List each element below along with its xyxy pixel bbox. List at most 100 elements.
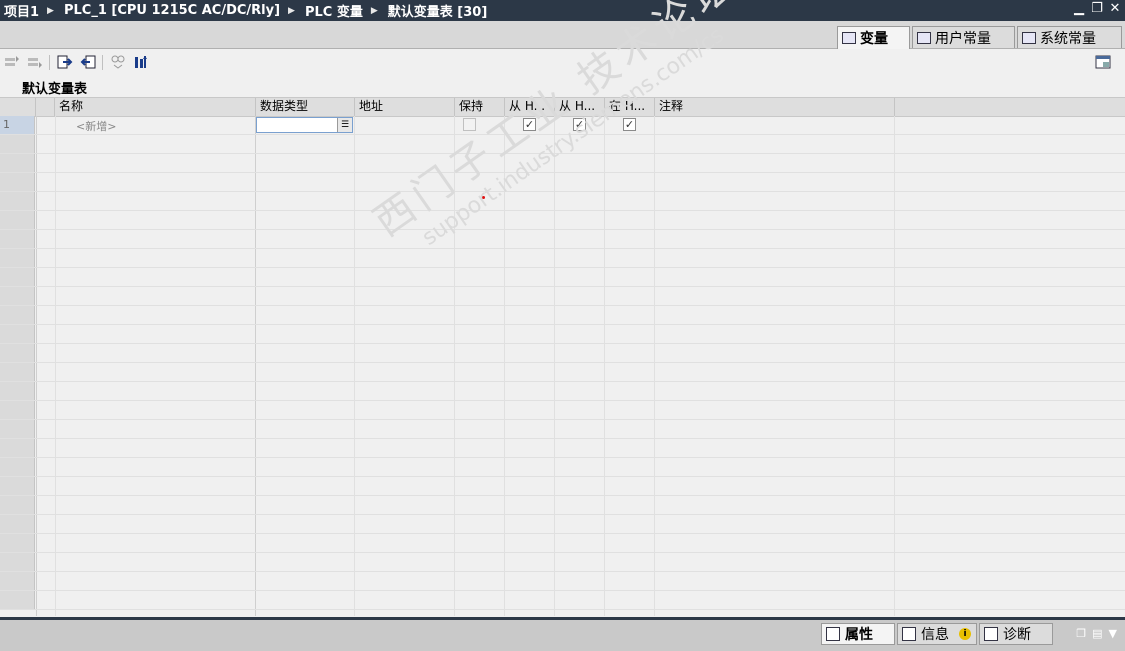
table-row[interactable]	[0, 439, 1125, 458]
properties-icon	[826, 627, 840, 641]
row-number[interactable]: 1	[0, 116, 35, 134]
header-from-hmi-1[interactable]: 从 H...	[505, 98, 555, 116]
data-type-input[interactable]: ☰	[256, 117, 353, 133]
row-header[interactable]	[0, 230, 35, 248]
table-row[interactable]	[0, 325, 1125, 344]
breadcrumb-separator-icon: ▶	[47, 5, 54, 16]
breadcrumb-plc[interactable]: PLC_1 [CPU 1215C AC/DC/Rly]	[60, 3, 282, 18]
table-row[interactable]	[0, 534, 1125, 553]
tab-diagnostics[interactable]: 诊断	[979, 623, 1053, 645]
header-name[interactable]: 名称	[55, 98, 256, 116]
tag-table-title: 默认变量表	[22, 82, 88, 97]
table-row[interactable]	[0, 477, 1125, 496]
row-header[interactable]	[0, 458, 35, 476]
row-header[interactable]	[0, 401, 35, 419]
table-row[interactable]	[0, 173, 1125, 192]
table-row[interactable]	[0, 230, 1125, 249]
table-row[interactable]	[0, 135, 1125, 154]
table-row[interactable]	[0, 515, 1125, 534]
table-row[interactable]	[0, 306, 1125, 325]
in-hmi-checkbox[interactable]: ✓	[623, 118, 636, 131]
header-data-type[interactable]: 数据类型	[256, 98, 355, 116]
header-comment[interactable]: 注释	[655, 98, 895, 116]
table-body: 1 <新增> ☰ ✓ ✓ ✓	[0, 116, 1125, 616]
table-row[interactable]	[0, 363, 1125, 382]
breadcrumb-separator-icon: ▶	[370, 5, 378, 16]
table-row[interactable]	[0, 211, 1125, 230]
from-hmi-1-checkbox[interactable]: ✓	[523, 118, 536, 131]
header-retain[interactable]: 保持	[455, 98, 505, 116]
monitor-icon[interactable]	[110, 54, 126, 70]
go-online-icon[interactable]	[133, 54, 149, 70]
tile-icon[interactable]: ▤	[1092, 627, 1102, 640]
row-header[interactable]	[0, 572, 35, 590]
row-header[interactable]	[0, 477, 35, 495]
header-from-hmi-2[interactable]: 从 H...	[555, 98, 605, 116]
import-icon[interactable]	[80, 54, 96, 70]
row-header[interactable]	[0, 287, 35, 305]
table-row[interactable]	[0, 553, 1125, 572]
table-row[interactable]	[0, 458, 1125, 477]
info-badge-icon: i	[959, 628, 971, 640]
table-row[interactable]	[0, 154, 1125, 173]
tab-info[interactable]: 信息 i	[897, 623, 977, 645]
row-header[interactable]	[0, 515, 35, 533]
window-controls: ▁ ❐ ✕	[1073, 2, 1121, 16]
row-header[interactable]	[0, 439, 35, 457]
export-icon[interactable]	[57, 54, 73, 70]
row-header[interactable]	[0, 382, 35, 400]
row-header[interactable]	[0, 534, 35, 552]
table-row[interactable]	[0, 344, 1125, 363]
tab-system-constants-label: 系统常量	[1040, 30, 1096, 47]
row-header[interactable]	[0, 344, 35, 362]
table-row[interactable]	[0, 268, 1125, 287]
row-header[interactable]	[0, 192, 35, 210]
row-header[interactable]	[0, 173, 35, 191]
row-header[interactable]	[0, 496, 35, 514]
row-header[interactable]	[0, 211, 35, 229]
tab-system-constants[interactable]: 系统常量	[1017, 26, 1122, 48]
row-header[interactable]	[0, 154, 35, 172]
add-row-icon[interactable]	[27, 54, 43, 70]
from-hmi-2-checkbox[interactable]: ✓	[573, 118, 586, 131]
breadcrumb-project[interactable]: 项目1	[0, 1, 41, 20]
table-row[interactable]	[0, 192, 1125, 211]
row-header[interactable]	[0, 249, 35, 267]
table-row[interactable]	[0, 249, 1125, 268]
row-header[interactable]	[0, 420, 35, 438]
row-header[interactable]	[0, 591, 35, 609]
table-row[interactable]	[0, 287, 1125, 306]
insert-row-icon[interactable]	[4, 54, 20, 70]
close-icon[interactable]: ✕	[1109, 2, 1121, 16]
split-view-icon[interactable]	[1095, 54, 1111, 70]
restore-icon[interactable]: ❐	[1091, 2, 1103, 16]
table-row-new[interactable]: 1 <新增> ☰ ✓ ✓ ✓	[0, 116, 1125, 135]
header-in-hmi[interactable]: 在 H...	[605, 98, 655, 116]
constant-table-icon	[917, 31, 931, 44]
float-window-icon[interactable]: ❐	[1076, 627, 1086, 640]
row-header[interactable]	[0, 135, 35, 153]
row-header[interactable]	[0, 268, 35, 286]
table-row[interactable]	[0, 382, 1125, 401]
table-row[interactable]	[0, 572, 1125, 591]
minimize-icon[interactable]: ▁	[1073, 2, 1085, 16]
breadcrumb-plc-tags[interactable]: PLC 变量	[301, 1, 365, 20]
system-constant-icon	[1022, 31, 1036, 44]
data-type-picker-icon[interactable]: ☰	[337, 118, 352, 132]
collapse-icon[interactable]: ▼	[1109, 627, 1117, 640]
row-header[interactable]	[0, 325, 35, 343]
tab-user-constants[interactable]: 用户常量	[912, 26, 1015, 48]
header-address[interactable]: 地址	[355, 98, 455, 116]
table-row[interactable]	[0, 420, 1125, 439]
retain-checkbox[interactable]	[463, 118, 476, 131]
row-header[interactable]	[0, 306, 35, 324]
new-tag-placeholder[interactable]: <新增>	[76, 118, 116, 134]
tab-properties[interactable]: 属性	[821, 623, 895, 645]
row-header[interactable]	[0, 553, 35, 571]
table-row[interactable]	[0, 401, 1125, 420]
tab-tags[interactable]: 变量	[837, 26, 910, 49]
table-row[interactable]	[0, 496, 1125, 515]
diagnostics-icon	[984, 627, 998, 641]
row-header[interactable]	[0, 363, 35, 381]
table-row[interactable]	[0, 591, 1125, 610]
